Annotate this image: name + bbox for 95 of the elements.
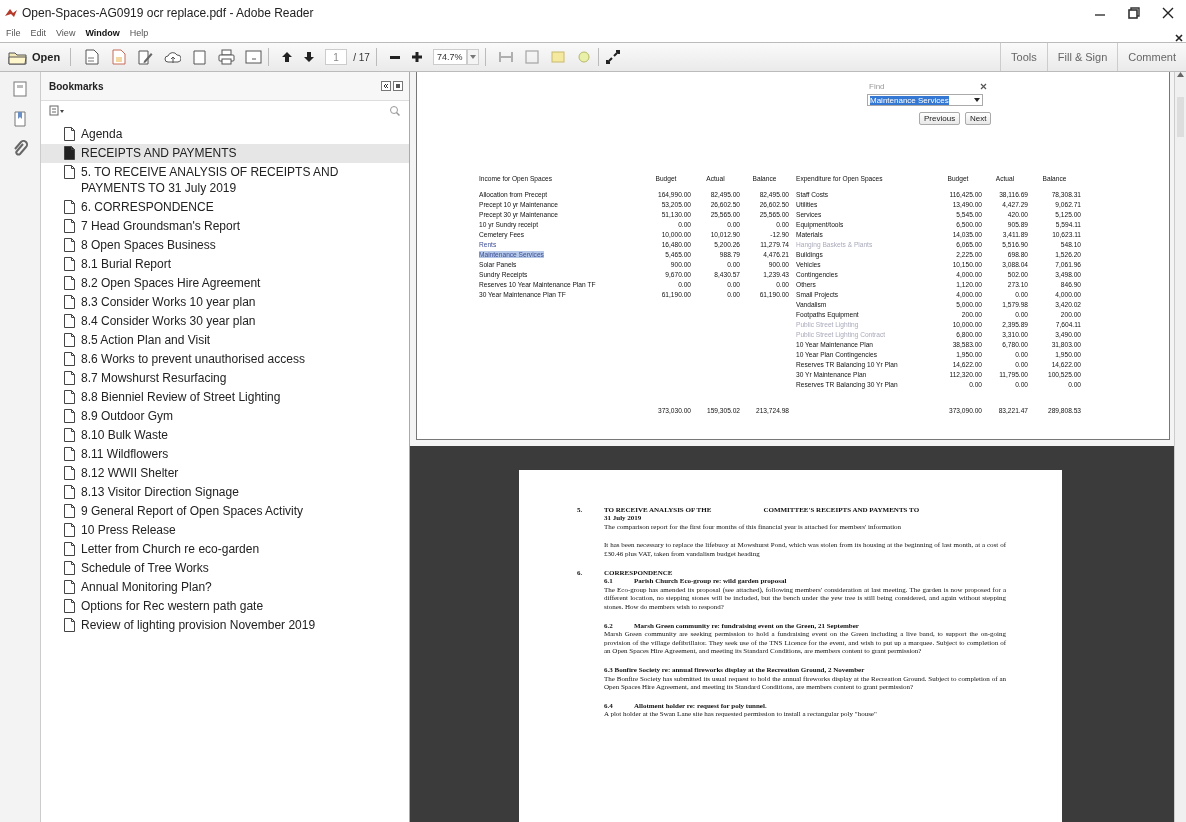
bookmark-page-icon [63,238,75,252]
printer-icon[interactable] [218,49,236,65]
panel-title: Bookmarks [49,80,105,92]
page-number-field[interactable]: 1 [325,49,348,65]
bookmark-item[interactable]: 8.5 Action Plan and Visit [41,331,409,350]
task-button[interactable]: Fill & Sign [1046,43,1118,71]
previous-button[interactable]: Previous [919,112,961,125]
bookmark-page-icon [63,276,75,290]
document-icon[interactable] [83,49,101,65]
menu-item[interactable]: Help [129,28,149,38]
bookmark-icon[interactable] [11,110,29,128]
restore-icon[interactable] [1128,7,1140,19]
page-icon[interactable] [191,49,209,65]
bookmark-page-icon [63,447,75,461]
bookmark-page-icon [63,257,75,271]
bookmark-page-icon [63,352,75,366]
bookmark-page-icon [63,314,75,328]
bookmark-item[interactable]: 7 Head Groundsman's Report [41,217,409,236]
bookmark-item[interactable]: 8.7 Mowshurst Resurfacing [41,369,409,388]
bookmark-item[interactable]: 8.13 Visitor Direction Signage [41,483,409,502]
bookmark-page-icon [63,200,75,214]
bookmark-page-icon [63,333,75,347]
up-arrow-icon[interactable] [281,51,294,63]
close-icon[interactable] [1162,7,1174,19]
document-icon[interactable] [110,49,128,65]
menu-item[interactable]: Edit [30,28,47,38]
options-icon[interactable] [49,105,65,117]
bookmark-item[interactable]: 8 Open Spaces Business [41,236,409,255]
bookmark-page-icon [63,371,75,385]
bookmark-page-icon [63,599,75,613]
page-count: / 17 [353,51,370,63]
bookmark-page-icon [63,523,75,537]
open-button[interactable]: Open [4,47,65,67]
bookmark-item[interactable]: 10 Press Release [41,521,409,540]
bookmark-item[interactable]: Review of lighting provision November 2019 [41,616,409,635]
bookmark-page-icon [63,561,75,575]
bookmark-item[interactable]: 8.4 Consider Works 30 year plan [41,312,409,331]
bookmark-page-icon [63,165,75,179]
bookmark-page-icon [63,390,75,404]
close-panel-icon[interactable] [393,81,403,91]
bookmark-page-icon [63,219,75,233]
menu-item[interactable]: File [6,28,21,38]
bookmark-item[interactable]: 8.1 Burial Report [41,255,409,274]
bookmark-page-icon [63,409,75,423]
next-button[interactable]: Next [965,112,992,125]
bookmark-page-icon [63,485,75,499]
bookmark-page-icon [63,127,75,141]
cloud-icon[interactable] [164,49,182,65]
menu-item[interactable]: View [56,28,76,38]
bookmark-page-icon [63,295,75,309]
bookmark-page-icon [63,542,75,556]
plus-icon[interactable] [410,51,423,63]
bookmark-item[interactable]: 9 General Report of Open Spaces Activity [41,502,409,521]
bookmark-item[interactable]: RECEIPTS AND PAYMENTS [41,144,409,163]
task-button[interactable]: Tools [1000,43,1047,71]
scrollbar[interactable] [1174,72,1186,822]
bookmark-item[interactable]: Schedule of Tree Works [41,559,409,578]
zoom-field[interactable]: 74.7% [432,49,467,65]
close-icon[interactable] [980,83,987,90]
expand-icon[interactable] [604,49,621,65]
bookmark-page-icon [63,580,75,594]
collapse-icon[interactable] [381,81,391,91]
close-icon[interactable] [1175,34,1183,42]
caret-icon [974,98,980,102]
bookmark-item[interactable]: Letter from Church re eco-garden [41,540,409,559]
bookmark-item[interactable]: Options for Rec western path gate [41,597,409,616]
bookmark-item[interactable]: 8.3 Consider Works 10 year plan [41,293,409,312]
bookmark-item[interactable]: 8.8 Bienniel Review of Street Lighting [41,388,409,407]
screen-icon[interactable] [245,49,263,65]
bookmark-item[interactable]: 8.12 WWII Shelter [41,464,409,483]
pencil-icon[interactable] [137,49,155,65]
bookmark-item[interactable]: 8.10 Bulk Waste [41,426,409,445]
bookmark-page-icon [63,146,75,160]
bookmark-item[interactable]: 5. TO RECEIVE ANALYSIS OF RECEIPTS AND PAYMENTS TO 31 July 2019 [41,163,409,198]
bookmark-item[interactable]: 6. CORRESPONDENCE [41,198,409,217]
paperclip-icon[interactable] [11,140,29,158]
bookmark-page-icon [63,504,75,518]
find-label: Find [869,82,885,91]
bookmark-item[interactable]: 8.9 Outdoor Gym [41,407,409,426]
caret-icon [469,55,476,59]
bookmark-page-icon [63,428,75,442]
bookmark-item[interactable]: 8.2 Open Spaces Hire Agreement [41,274,409,293]
bookmark-item[interactable]: 8.6 Works to prevent unauthorised access [41,350,409,369]
bookmark-page-icon [63,618,75,632]
window-title: Open-Spaces-AG0919 ocr replace.pdf - Adobe Reader [22,6,315,20]
folder-icon [8,49,28,65]
task-button[interactable]: Comment [1117,43,1186,71]
find-field[interactable]: Maintenance Services [867,94,983,106]
bookmark-item[interactable]: 8.11 Wildflowers [41,445,409,464]
app-logo-icon [4,7,18,19]
bookmark-page-icon [63,466,75,480]
down-arrow-icon[interactable] [303,51,316,63]
bookmark-item[interactable]: Annual Monitoring Plan? [41,578,409,597]
menu-item[interactable]: Window [85,28,120,38]
bookmark-item[interactable]: Agenda [41,125,409,144]
